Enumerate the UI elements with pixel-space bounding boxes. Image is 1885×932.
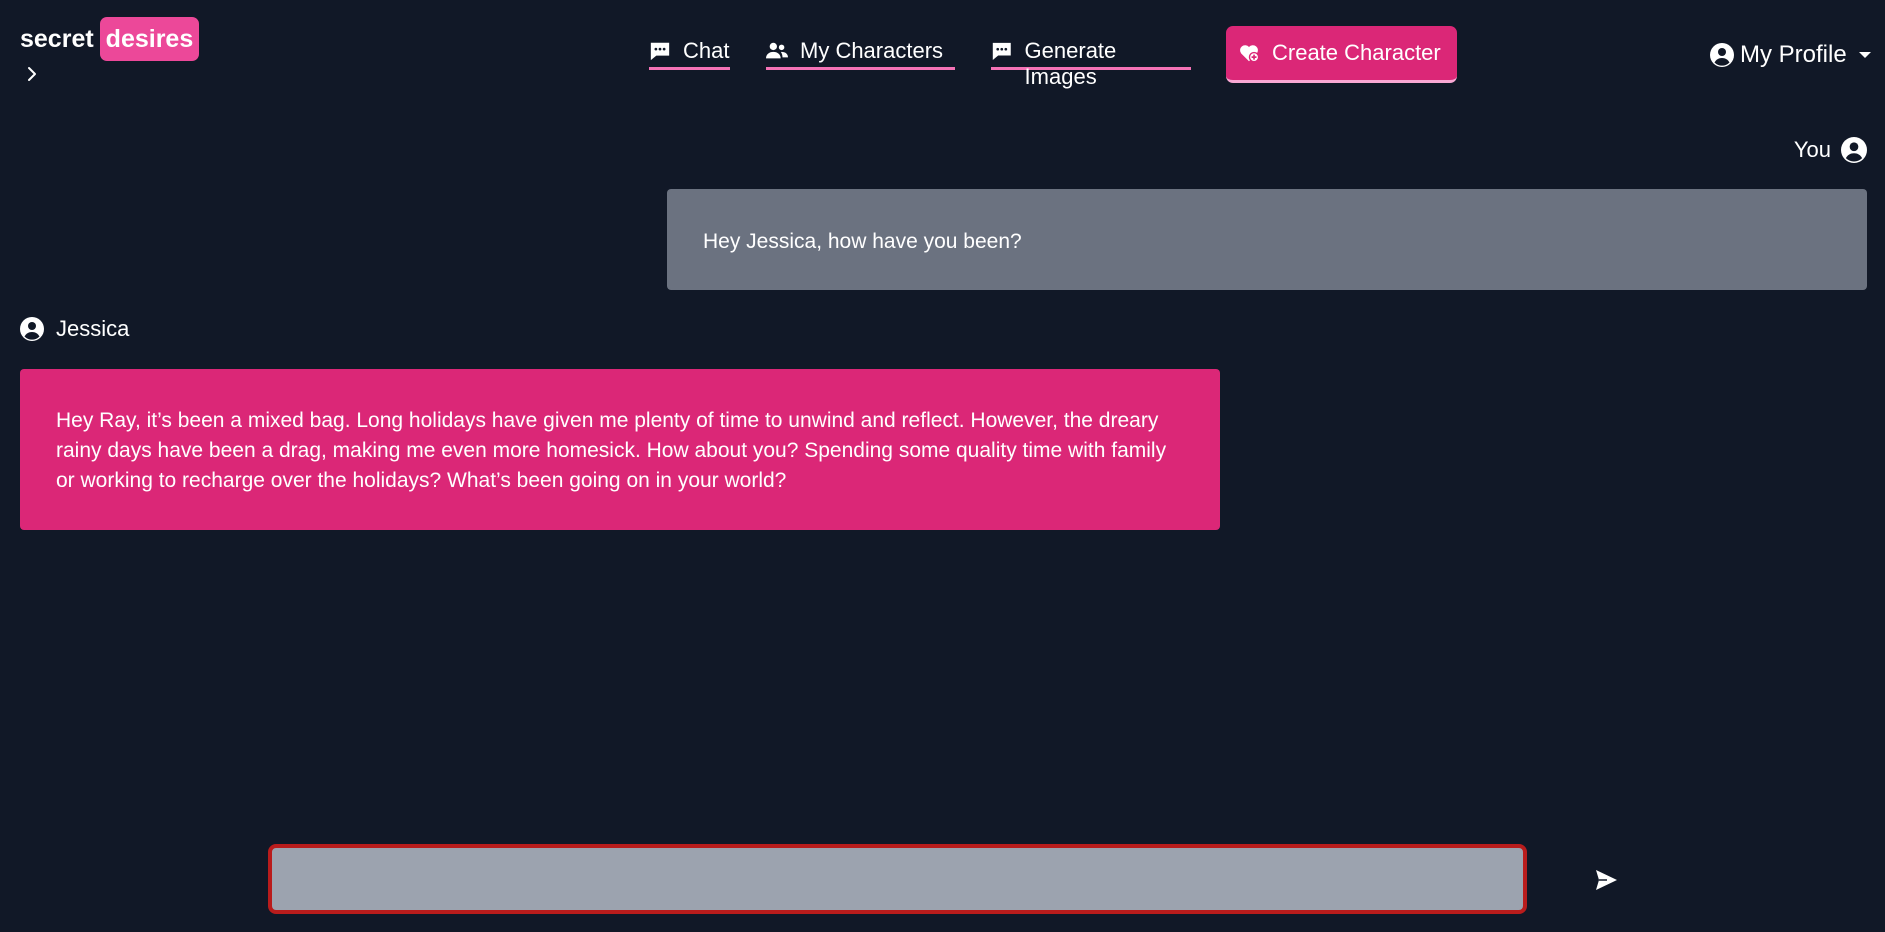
user-circle-icon — [20, 317, 44, 341]
nav-my-characters-label: My Characters — [800, 38, 944, 63]
nav-generate-images[interactable]: Generate Images — [991, 38, 1191, 89]
heart-plus-icon — [1240, 45, 1260, 63]
chevron-down-icon — [1858, 52, 1871, 58]
nav-chat[interactable]: Chat — [649, 38, 730, 70]
sender-name: Jessica — [56, 316, 130, 341]
create-character-button[interactable]: Create Character — [1226, 26, 1457, 83]
user-circle-icon — [1841, 137, 1867, 163]
chat-bubble-icon — [650, 42, 670, 61]
profile-menu[interactable]: My Profile — [1710, 40, 1873, 70]
sender-label-user: You — [1794, 137, 1867, 163]
message-bubble-user: Hey Jessica, how have you been? — [667, 189, 1867, 290]
create-character-label: Create Character — [1272, 40, 1441, 65]
nav-chat-label: Chat — [683, 38, 730, 63]
profile-label: My Profile — [1740, 41, 1847, 68]
chat-bubble-icon — [992, 42, 1011, 60]
send-button[interactable] — [1594, 868, 1618, 892]
message-input[interactable] — [268, 844, 1527, 914]
message-text: Hey Jessica, how have you been? — [703, 230, 1022, 253]
top-bar: secret desires Chat My Characters Genera… — [0, 0, 1885, 100]
nav-my-characters[interactable]: My Characters — [766, 38, 955, 70]
user-circle-icon — [1710, 43, 1734, 67]
sender-name: You — [1793, 137, 1831, 162]
users-icon — [766, 42, 788, 59]
sender-label-bot: Jessica — [20, 316, 129, 342]
main-nav: Chat My Characters Generate Images Creat… — [0, 0, 1885, 100]
nav-generate-images-label: Generate Images — [1024, 38, 1117, 89]
send-icon — [1596, 870, 1617, 890]
message-bubble-bot: Hey Ray, it’s been a mixed bag. Long hol… — [20, 369, 1220, 530]
message-text: Hey Ray, it’s been a mixed bag. Long hol… — [56, 409, 1167, 492]
